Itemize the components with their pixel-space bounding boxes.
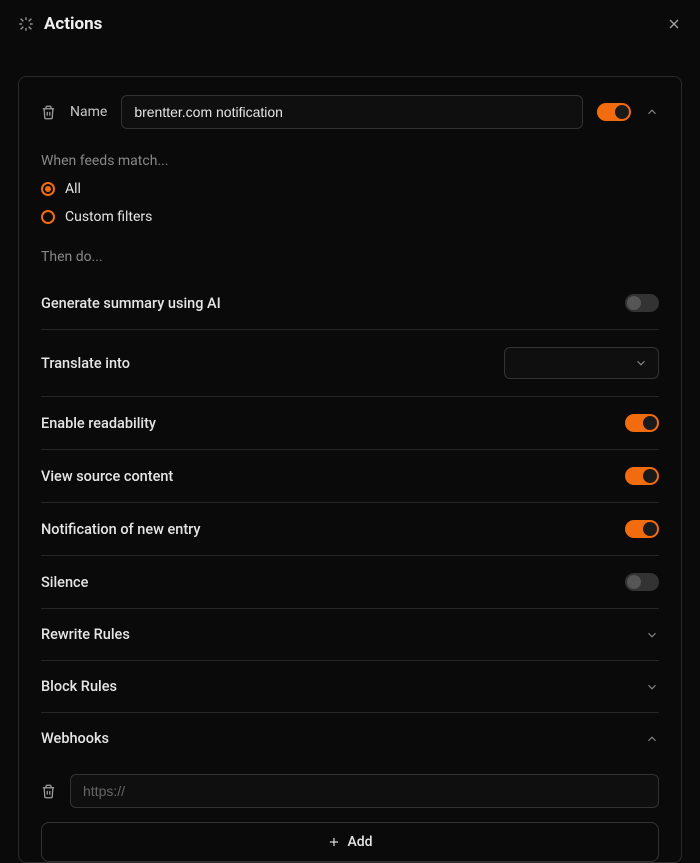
chevron-down-icon [645,628,659,642]
radio-all-label: All [65,181,81,197]
readability-toggle[interactable] [625,414,659,432]
setting-label: Translate into [41,355,130,372]
radio-icon [41,210,55,224]
plus-icon [327,835,341,849]
action-name-input[interactable] [121,95,583,129]
close-icon[interactable] [666,16,682,32]
setting-label: Notification of new entry [41,521,201,538]
header: Actions [0,0,700,48]
chevron-down-icon [645,680,659,694]
notification-toggle[interactable] [625,520,659,538]
setting-generate-summary: Generate summary using AI [41,277,659,330]
view-source-toggle[interactable] [625,467,659,485]
when-feeds-match-label: When feeds match... [41,153,659,169]
chevron-down-icon [634,356,648,370]
setting-label: Block Rules [41,678,117,695]
add-button[interactable]: Add [41,822,659,862]
chevron-up-icon [645,732,659,746]
trash-icon[interactable] [41,105,56,120]
setting-label: Generate summary using AI [41,295,221,312]
setting-webhooks[interactable]: Webhooks [41,713,659,764]
radio-all[interactable]: All [41,181,659,197]
setting-label: Silence [41,574,88,591]
setting-rewrite-rules[interactable]: Rewrite Rules [41,609,659,661]
webhook-url-input[interactable] [70,774,659,808]
header-left: Actions [18,14,102,34]
setting-view-source: View source content [41,450,659,503]
setting-silence: Silence [41,556,659,609]
trash-icon[interactable] [41,784,56,799]
silence-toggle[interactable] [625,573,659,591]
setting-notification: Notification of new entry [41,503,659,556]
radio-icon [41,182,55,196]
radio-custom-label: Custom filters [65,209,152,225]
then-do-label: Then do... [41,249,659,265]
setting-block-rules[interactable]: Block Rules [41,661,659,713]
setting-label: Enable readability [41,415,156,432]
collapse-icon[interactable] [645,105,659,119]
webhook-row [41,764,659,814]
name-row: Name [41,95,659,129]
actions-icon [18,16,34,32]
setting-label: Webhooks [41,730,109,747]
setting-label: Rewrite Rules [41,626,130,643]
setting-readability: Enable readability [41,397,659,450]
action-panel: Name When feeds match... All Custom filt… [18,76,682,863]
translate-select[interactable] [504,347,659,379]
generate-summary-toggle[interactable] [625,294,659,312]
setting-label: View source content [41,468,173,485]
radio-custom[interactable]: Custom filters [41,209,659,225]
name-label: Name [70,104,107,120]
add-button-label: Add [347,834,372,850]
setting-translate: Translate into [41,330,659,397]
page-title: Actions [44,14,102,34]
action-enabled-toggle[interactable] [597,103,631,121]
